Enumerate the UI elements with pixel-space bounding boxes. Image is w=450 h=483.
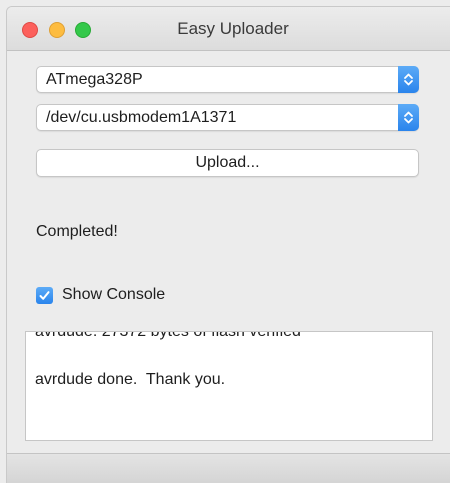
show-console-checkbox[interactable] xyxy=(36,287,53,304)
title-bar[interactable]: Easy Uploader xyxy=(7,7,450,51)
port-select[interactable]: /dev/cu.usbmodem1A1371 xyxy=(36,104,419,131)
status-text: Completed! xyxy=(36,223,118,240)
up-down-chevrons-icon[interactable] xyxy=(398,66,419,93)
up-down-chevrons-icon[interactable] xyxy=(398,104,419,131)
board-select-value: ATmega328P xyxy=(46,71,143,88)
show-console-label[interactable]: Show Console xyxy=(62,286,165,304)
console-line: avrdude done. Thank you. xyxy=(35,371,226,388)
console-line: avrdude: 27372 bytes of flash verified xyxy=(35,331,301,340)
console-output[interactable]: avrdude: 27372 bytes of flash verified a… xyxy=(25,331,433,441)
upload-button[interactable]: Upload... xyxy=(36,149,419,177)
checkmark-icon xyxy=(39,291,50,300)
board-select[interactable]: ATmega328P xyxy=(36,66,419,93)
window-bottom-bar xyxy=(7,453,450,483)
window-title: Easy Uploader xyxy=(177,19,289,38)
app-window: Easy Uploader ATmega328P /dev/cu.usbmode… xyxy=(6,6,450,483)
port-select-value: /dev/cu.usbmodem1A1371 xyxy=(46,109,237,126)
